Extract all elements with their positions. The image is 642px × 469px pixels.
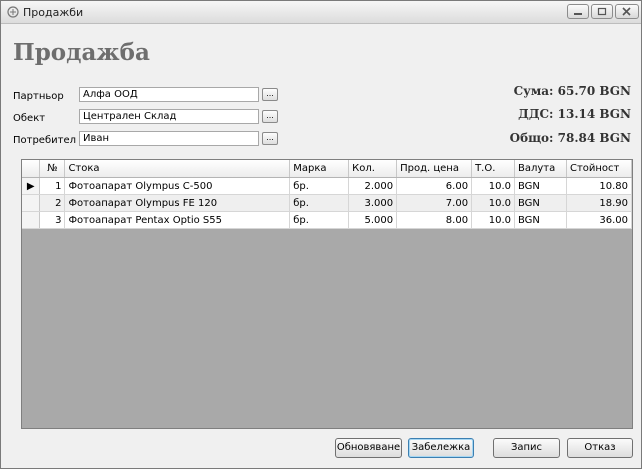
column-header-number[interactable]: № (39, 160, 66, 178)
vat-total: ДДС: 13.14 BGN (518, 107, 631, 121)
cell-item[interactable]: Фотоапарат Olympus C-500 (64, 177, 291, 195)
table-row[interactable]: ▶ 1 Фотоапарат Olympus C-500 бр. 2.000 6… (22, 177, 632, 195)
grid-header-row: № Стока Марка Кол. Прод. цена Т.О. Валут… (22, 160, 632, 178)
partner-field[interactable]: Алфа ООД (79, 87, 259, 102)
cell-unit[interactable]: бр. (289, 177, 350, 195)
cell-number[interactable]: 2 (39, 194, 66, 212)
cell-unit[interactable]: бр. (289, 211, 350, 229)
row-selector-header (22, 160, 41, 178)
consumer-label: Потребител (13, 135, 76, 146)
object-label: Обект (13, 113, 46, 124)
refresh-button[interactable]: Обновяване (335, 438, 402, 458)
window-title: Продажби (23, 6, 84, 19)
table-row[interactable]: 2 Фотоапарат Olympus FE 120 бр. 3.000 7.… (22, 194, 632, 212)
close-icon (622, 7, 631, 16)
column-header-unit[interactable]: Марка (289, 160, 350, 178)
cell-quantity[interactable]: 5.000 (348, 211, 398, 229)
partner-browse-button[interactable]: ... (262, 88, 278, 101)
sales-window: Продажби Продажба Партньор Алфа ООД ... … (0, 0, 642, 469)
cell-sale-price[interactable]: 6.00 (396, 177, 473, 195)
cell-number[interactable]: 3 (39, 211, 66, 229)
page-title: Продажба (13, 39, 150, 66)
row-selector[interactable] (22, 211, 41, 229)
title-bar: Продажби (1, 1, 641, 24)
column-header-discount[interactable]: Т.О. (471, 160, 515, 178)
row-selector[interactable] (22, 194, 41, 212)
column-header-item[interactable]: Стока (64, 160, 291, 178)
grand-total: Общо: 78.84 BGN (509, 131, 631, 145)
cancel-button[interactable]: Отказ (567, 438, 633, 458)
cell-item[interactable]: Фотоапарат Pentax Optio S55 (64, 211, 291, 229)
items-grid[interactable]: № Стока Марка Кол. Прод. цена Т.О. Валут… (21, 159, 633, 429)
minimize-button[interactable] (567, 4, 589, 19)
sum-total: Сума: 65.70 BGN (513, 84, 631, 98)
cell-currency[interactable]: BGN (514, 177, 567, 195)
cell-value[interactable]: 10.80 (566, 177, 632, 195)
cell-quantity[interactable]: 2.000 (348, 177, 398, 195)
close-button[interactable] (615, 4, 639, 19)
cell-currency[interactable]: BGN (514, 194, 567, 212)
cell-quantity[interactable]: 3.000 (348, 194, 398, 212)
object-field[interactable]: Централен Склад (79, 109, 259, 124)
table-row[interactable]: 3 Фотоапарат Pentax Optio S55 бр. 5.000 … (22, 211, 632, 229)
consumer-browse-button[interactable]: ... (262, 132, 278, 145)
cell-discount[interactable]: 10.0 (471, 177, 515, 195)
cell-item[interactable]: Фотоапарат Olympus FE 120 (64, 194, 291, 212)
cell-unit[interactable]: бр. (289, 194, 350, 212)
note-button[interactable]: Забележка (408, 438, 474, 458)
maximize-button[interactable] (591, 4, 613, 19)
cell-value[interactable]: 18.90 (566, 194, 632, 212)
column-header-quantity[interactable]: Кол. (348, 160, 398, 178)
maximize-icon (597, 7, 607, 16)
cell-value[interactable]: 36.00 (566, 211, 632, 229)
object-browse-button[interactable]: ... (262, 110, 278, 123)
cell-sale-price[interactable]: 8.00 (396, 211, 473, 229)
column-header-sale-price[interactable]: Прод. цена (396, 160, 473, 178)
minimize-icon (574, 13, 582, 15)
partner-label: Партньор (13, 91, 64, 102)
app-icon (7, 6, 19, 18)
cell-sale-price[interactable]: 7.00 (396, 194, 473, 212)
cell-number[interactable]: 1 (39, 177, 66, 195)
items-table: № Стока Марка Кол. Прод. цена Т.О. Валут… (22, 160, 632, 229)
column-header-currency[interactable]: Валута (514, 160, 567, 178)
consumer-field[interactable]: Иван (79, 131, 259, 146)
cell-currency[interactable]: BGN (514, 211, 567, 229)
column-header-value[interactable]: Стойност (566, 160, 632, 178)
save-button[interactable]: Запис (493, 438, 560, 458)
current-row-indicator[interactable]: ▶ (22, 177, 41, 195)
cell-discount[interactable]: 10.0 (471, 211, 515, 229)
cell-discount[interactable]: 10.0 (471, 194, 515, 212)
